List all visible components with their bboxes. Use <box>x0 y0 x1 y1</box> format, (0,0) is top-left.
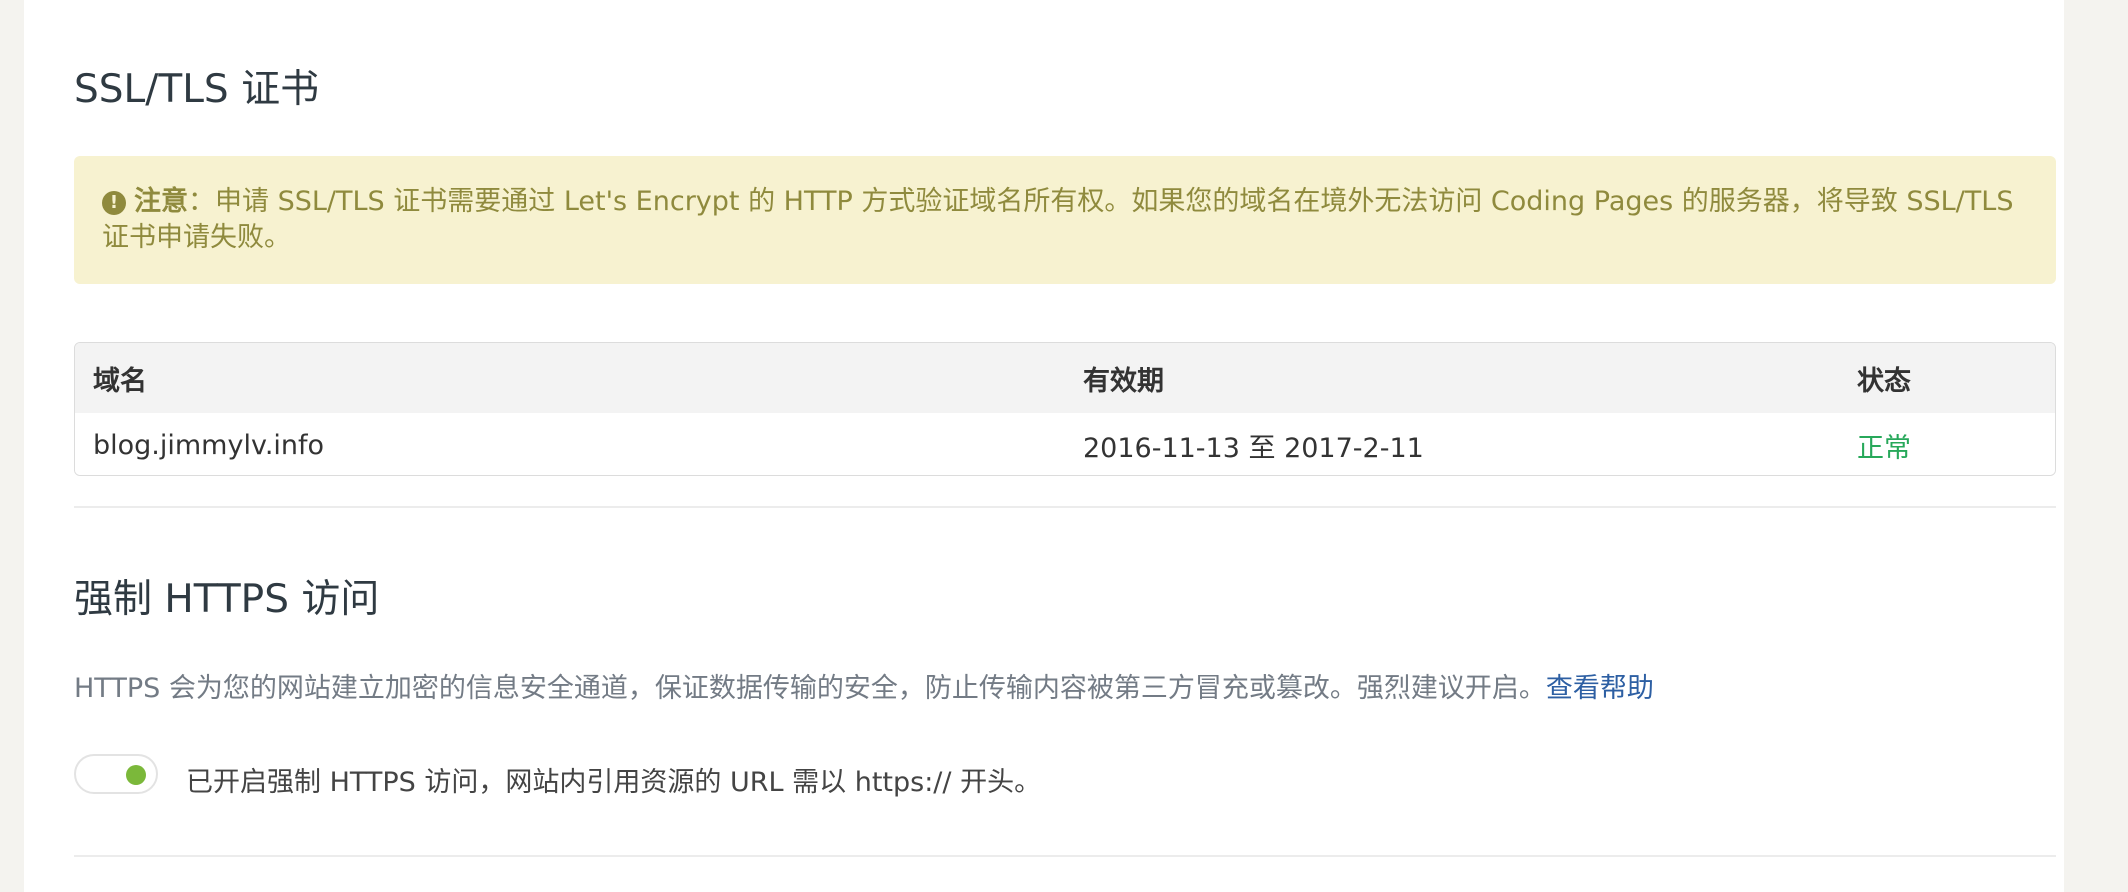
toggle-label: 已开启强制 HTTPS 访问，网站内引用资源的 URL 需以 https:// … <box>186 767 1042 798</box>
header-status: 状态 <box>1857 365 1911 397</box>
toggle-knob <box>126 765 146 785</box>
https-description: HTTPS 会为您的网站建立加密的信息安全通道，保证数据传输的安全，防止传输内容… <box>74 666 1654 705</box>
help-link[interactable]: 查看帮助 <box>1546 673 1654 704</box>
https-description-text: HTTPS 会为您的网站建立加密的信息安全通道，保证数据传输的安全，防止传输内容… <box>74 673 1546 704</box>
header-domain: 域名 <box>93 365 147 397</box>
settings-panel: SSL/TLS 证书 ! 注意：申请 SSL/TLS 证书需要通过 Let's E… <box>24 0 2064 892</box>
notice-separator: ： <box>188 186 215 217</box>
notice-label: 注意 <box>134 186 188 217</box>
certificate-table: 域名 有效期 状态 blog.jimmylv.info 2016-11-13 至… <box>74 342 2056 476</box>
table-row: blog.jimmylv.info 2016-11-13 至 2017-2-11… <box>75 413 2055 475</box>
warning-icon: ! <box>102 191 126 215</box>
table-header: 域名 有效期 状态 <box>75 343 2055 413</box>
ssl-notice: ! 注意：申请 SSL/TLS 证书需要通过 Let's Encrypt 的 HT… <box>74 156 2056 284</box>
cell-domain: blog.jimmylv.info <box>93 429 325 461</box>
section-divider-bottom <box>74 855 2056 857</box>
cell-status: 正常 <box>1857 432 1911 464</box>
notice-text: 申请 SSL/TLS 证书需要通过 Let's Encrypt 的 HTTP 方… <box>102 186 2014 253</box>
header-validity: 有效期 <box>1083 365 1164 397</box>
ssl-section-title: SSL/TLS 证书 <box>74 67 320 112</box>
https-section-title: 强制 HTTPS 访问 <box>74 577 380 622</box>
cell-validity: 2016-11-13 至 2017-2-11 <box>1083 432 1424 464</box>
force-https-toggle[interactable] <box>74 754 158 794</box>
section-divider <box>74 506 2056 508</box>
